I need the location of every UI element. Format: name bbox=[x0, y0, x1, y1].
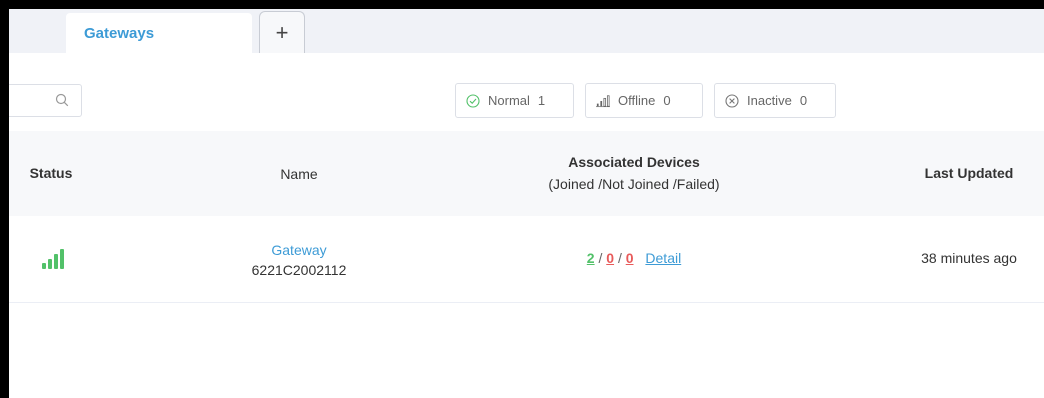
filter-offline-count: 0 bbox=[663, 93, 671, 108]
search-input[interactable] bbox=[9, 84, 82, 117]
column-associated-devices-title: Associated Devices bbox=[568, 154, 700, 170]
tab-bar: Gateways + bbox=[9, 9, 1044, 53]
filter-inactive-label: Inactive bbox=[747, 93, 792, 108]
detail-link[interactable]: Detail bbox=[645, 250, 681, 266]
separator: / bbox=[598, 250, 603, 266]
table-row[interactable]: Gateway 6221C2002112 2 / 0 / 0 Detail 38… bbox=[9, 216, 1044, 303]
column-last-updated[interactable]: Last Updated bbox=[899, 162, 1039, 184]
add-tab-button[interactable]: + bbox=[259, 11, 305, 53]
gateway-name-cell: Gateway 6221C2002112 bbox=[209, 240, 389, 280]
joined-count[interactable]: 2 bbox=[587, 250, 595, 266]
tab-gateways[interactable]: Gateways bbox=[66, 13, 252, 53]
search-icon[interactable] bbox=[55, 93, 69, 107]
filter-inactive-button[interactable]: Inactive 0 bbox=[714, 83, 836, 118]
column-associated-devices-subtitle: (Joined /Not Joined /Failed) bbox=[548, 176, 720, 192]
filter-normal-label: Normal bbox=[488, 93, 530, 108]
filter-offline-button[interactable]: Offline 0 bbox=[585, 83, 703, 118]
plus-icon: + bbox=[275, 19, 289, 45]
filter-normal-button[interactable]: Normal 1 bbox=[455, 83, 574, 118]
gateway-serial: 6221C2002112 bbox=[251, 262, 347, 278]
column-associated-devices[interactable]: Associated Devices (Joined /Not Joined /… bbox=[489, 151, 779, 195]
gateway-name-link[interactable]: Gateway bbox=[209, 240, 389, 260]
signal-icon bbox=[596, 94, 610, 108]
last-updated-cell: 38 minutes ago bbox=[921, 250, 1017, 266]
filter-normal-count: 1 bbox=[537, 93, 546, 108]
not-joined-count[interactable]: 0 bbox=[606, 250, 614, 266]
tab-gateways-label: Gateways bbox=[84, 24, 155, 42]
separator: / bbox=[617, 250, 622, 266]
failed-count[interactable]: 0 bbox=[626, 250, 634, 266]
check-circle-icon bbox=[466, 93, 480, 108]
column-name[interactable]: Name bbox=[249, 163, 349, 185]
x-circle-icon bbox=[725, 93, 739, 108]
filter-inactive-count: 0 bbox=[799, 93, 808, 108]
app-frame: Gateways + Normal 1 Offline 0 Inactive 0… bbox=[9, 9, 1044, 398]
column-status[interactable]: Status bbox=[21, 162, 81, 184]
table-header: Status Name Associated Devices (Joined /… bbox=[9, 131, 1044, 217]
associated-devices-cell: 2 / 0 / 0 Detail bbox=[529, 250, 739, 266]
filter-offline-label: Offline bbox=[618, 93, 656, 108]
signal-bars-icon bbox=[42, 247, 68, 269]
